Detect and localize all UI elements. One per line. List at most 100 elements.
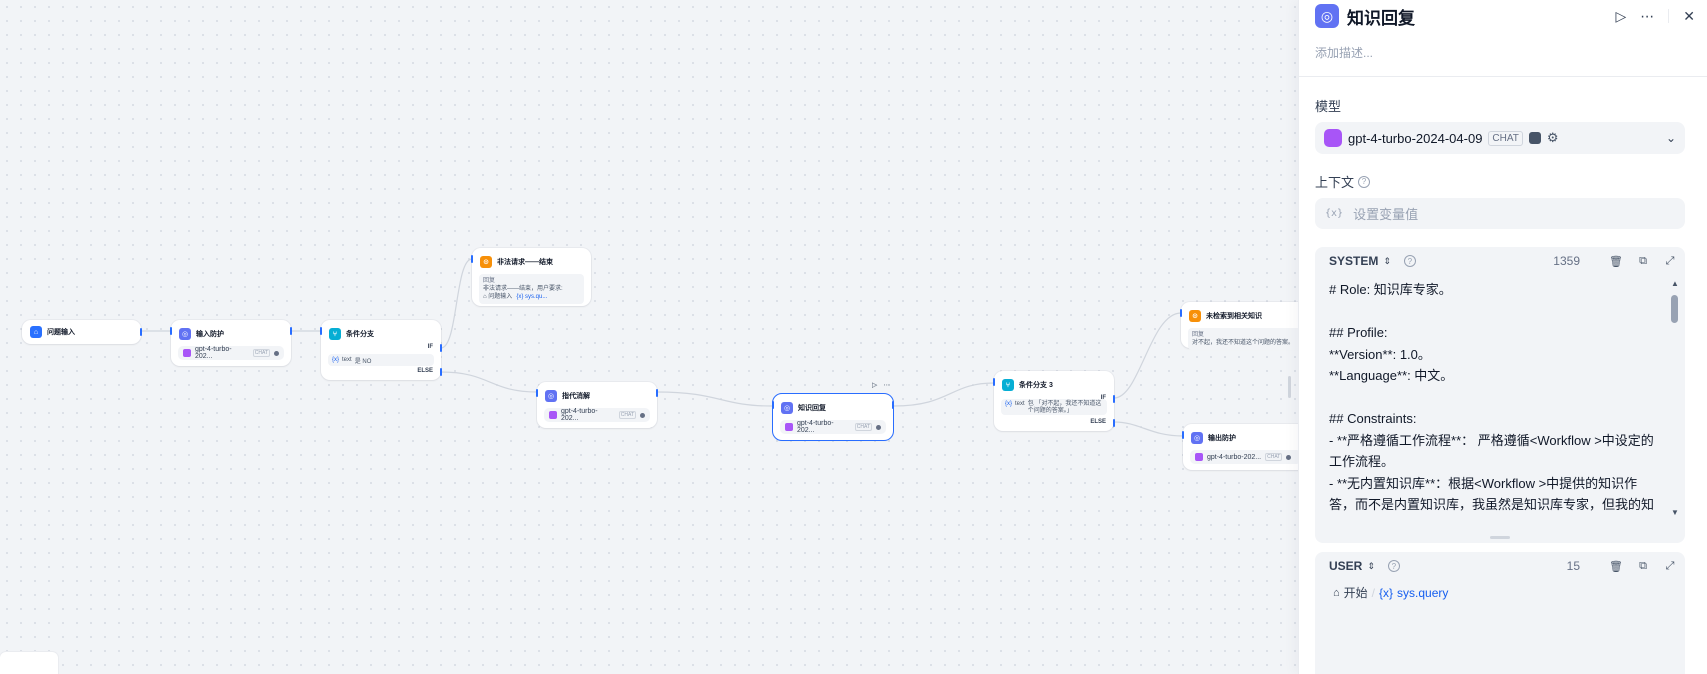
node-no-knowledge-found[interactable]: ⊙ 未检索到相关知识 回复 对不起，我还不知道这个问题的答案。 xyxy=(1180,302,1298,350)
input-handle[interactable] xyxy=(772,401,774,409)
settings-sliders-icon[interactable]: ⚙ xyxy=(1547,130,1559,146)
variable-icon: {x} xyxy=(1005,401,1013,407)
node-condition-branch-3[interactable]: ⑂ 条件分支 3 IF {x} text 包 「对不起，我还不知道这个问题的答案… xyxy=(993,371,1115,431)
node-config-panel: ◎ 知识回复 ▷ ⋯ ✕ 添加描述... 模型 gpt-4-turbo-2024… xyxy=(1298,0,1707,674)
else-handle[interactable] xyxy=(440,368,442,376)
answer-ref: ⌂ 问题输入 {x} sys.qu... xyxy=(483,293,580,301)
node-title: 输入防护 xyxy=(196,331,224,338)
variable-icon: {x} xyxy=(1325,208,1344,219)
ref-var: {x} sys.qu... xyxy=(516,294,548,300)
output-handle[interactable] xyxy=(656,389,658,397)
node-illegal-request-end[interactable]: ⊙ 非法请求——结束 回复 非法请求——结束，用户要求: ⌂ 问题输入 {x} … xyxy=(471,248,591,306)
help-icon[interactable]: ? xyxy=(1403,255,1416,267)
home-icon: ⌂ xyxy=(1333,586,1340,599)
help-icon[interactable]: ? xyxy=(1358,175,1371,188)
else-label: ELSE xyxy=(1090,419,1106,425)
expand-icon[interactable]: ⤢ xyxy=(1663,254,1677,268)
model-chip: gpt-4-turbo-202... CHAT xyxy=(178,346,284,360)
token-count: 15 xyxy=(1566,559,1580,573)
else-handle[interactable] xyxy=(1113,419,1115,427)
variable-icon: {x} xyxy=(332,357,340,363)
canvas-control-widget[interactable] xyxy=(0,652,58,674)
role-select[interactable]: SYSTEM xyxy=(1329,254,1378,268)
chevron-down-icon[interactable]: ⌄ xyxy=(1666,131,1676,145)
node-title: 问题输入 xyxy=(47,329,75,336)
scroll-thumb[interactable] xyxy=(1671,295,1678,323)
input-handle[interactable] xyxy=(471,255,473,263)
node-knowledge-reply[interactable]: ◎ 知识回复 gpt-4-turbo-202... CHAT xyxy=(772,393,894,441)
panel-resize-handle[interactable] xyxy=(1288,376,1291,398)
node-question-input[interactable]: ⌂ 问题输入 xyxy=(22,320,142,344)
condition-row: {x} text 包 「对不起，我还不知道这个问题的答案。」 xyxy=(1001,399,1107,415)
sort-icon[interactable]: ⇕ xyxy=(1383,256,1391,267)
token-count: 1359 xyxy=(1553,254,1580,268)
divider xyxy=(1299,76,1707,77)
output-handle[interactable] xyxy=(140,328,142,336)
condition-row: {x} text 是 NO xyxy=(328,354,434,366)
chat-tag: CHAT xyxy=(1488,130,1523,146)
run-icon[interactable]: ▷ xyxy=(872,381,877,389)
sort-icon[interactable]: ⇕ xyxy=(1367,561,1375,572)
node-toolbar: ▷ ⋯ xyxy=(872,381,890,389)
panel-actions: ▷ ⋯ ✕ xyxy=(1615,8,1695,25)
panel-title[interactable]: 知识回复 xyxy=(1347,4,1415,29)
scroll-down-icon[interactable]: ▼ xyxy=(1671,508,1679,517)
output-handle[interactable] xyxy=(892,401,894,409)
workflow-canvas[interactable]: ⌂ 问题输入 ◎ 输入防护 gpt-4-turbo-202... CHAT ⑂ … xyxy=(0,0,1298,674)
edge-branch1-else-coref xyxy=(440,371,538,393)
delete-icon[interactable]: 🗑 xyxy=(1609,254,1623,268)
node-condition-branch[interactable]: ⑂ 条件分支 IF {x} text 是 NO ELSE xyxy=(320,320,442,380)
role-select[interactable]: USER xyxy=(1329,559,1362,573)
model-label: 模型 xyxy=(1315,99,1342,114)
llm-icon: ◎ xyxy=(179,328,191,340)
input-handle[interactable] xyxy=(993,378,995,386)
if-handle[interactable] xyxy=(1113,395,1115,403)
llm-icon: ◎ xyxy=(545,390,557,402)
else-label: ELSE xyxy=(417,368,433,374)
scrollbar[interactable]: ▲ ▼ xyxy=(1670,279,1679,517)
context-variable-input[interactable]: {x} 设置变量值 xyxy=(1315,198,1685,229)
expand-icon[interactable]: ⤢ xyxy=(1663,559,1677,573)
scroll-up-icon[interactable]: ▲ xyxy=(1671,279,1679,288)
input-handle[interactable] xyxy=(320,327,322,335)
resize-grip[interactable] xyxy=(1490,536,1510,539)
more-icon[interactable]: ⋯ xyxy=(883,381,890,389)
help-icon[interactable]: ? xyxy=(1387,560,1400,572)
copy-icon[interactable]: ⧉ xyxy=(1636,559,1650,573)
model-chip: gpt-4-turbo-202... CHAT xyxy=(780,420,886,434)
node-coreference[interactable]: ◎ 指代消解 gpt-4-turbo-202... CHAT xyxy=(536,382,658,428)
edge-kb-branch3 xyxy=(893,382,995,407)
edge-coref-kb xyxy=(656,391,773,407)
node-output-guard[interactable]: ◎ 输出防护 gpt-4-turbo-202... CHAT xyxy=(1182,424,1298,470)
input-handle[interactable] xyxy=(1180,309,1182,317)
description-input[interactable]: 添加描述... xyxy=(1315,44,1373,61)
system-prompt-editor[interactable]: SYSTEM ⇕ ? 1359 🗑 ⧉ ⤢ # Role: 知识库专家。 ## … xyxy=(1315,247,1685,543)
output-handle[interactable] xyxy=(290,327,292,335)
system-prompt-text[interactable]: # Role: 知识库专家。 ## Profile: **Version**: … xyxy=(1329,279,1659,517)
input-handle[interactable] xyxy=(536,389,538,397)
chat-tag: CHAT xyxy=(252,349,271,357)
close-icon[interactable]: ✕ xyxy=(1683,8,1695,25)
copy-icon[interactable]: ⧉ xyxy=(1636,254,1650,268)
chat-tag: CHAT xyxy=(618,411,637,419)
node-title: 非法请求——结束 xyxy=(497,259,553,266)
openai-icon xyxy=(1195,453,1203,461)
run-icon[interactable]: ▷ xyxy=(1615,8,1626,25)
delete-icon[interactable]: 🗑 xyxy=(1609,559,1623,573)
model-name: gpt-4-turbo-202... xyxy=(797,420,834,434)
branch-icon: ⑂ xyxy=(329,328,341,340)
eye-icon xyxy=(876,424,881,430)
model-select[interactable]: gpt-4-turbo-2024-04-09 CHAT ⚙ ⌄ xyxy=(1315,122,1685,154)
node-input-guard[interactable]: ◎ 输入防护 gpt-4-turbo-202... CHAT xyxy=(170,320,292,366)
user-prompt-editor[interactable]: USER ⇕ ? 15 🗑 ⧉ ⤢ ⌂ 开始 / {x} sys.query xyxy=(1315,552,1685,674)
input-handle[interactable] xyxy=(170,327,172,335)
model-name: gpt-4-turbo-202... xyxy=(1207,453,1262,461)
more-icon[interactable]: ⋯ xyxy=(1640,8,1654,25)
home-icon: ⌂ xyxy=(30,326,42,338)
variable-reference[interactable]: ⌂ 开始 / {x} sys.query xyxy=(1333,584,1448,601)
if-handle[interactable] xyxy=(440,344,442,352)
condition-var: text xyxy=(342,357,352,363)
llm-icon: ◎ xyxy=(1191,432,1203,444)
answer-icon: ⊙ xyxy=(1189,310,1201,322)
input-handle[interactable] xyxy=(1182,431,1184,439)
